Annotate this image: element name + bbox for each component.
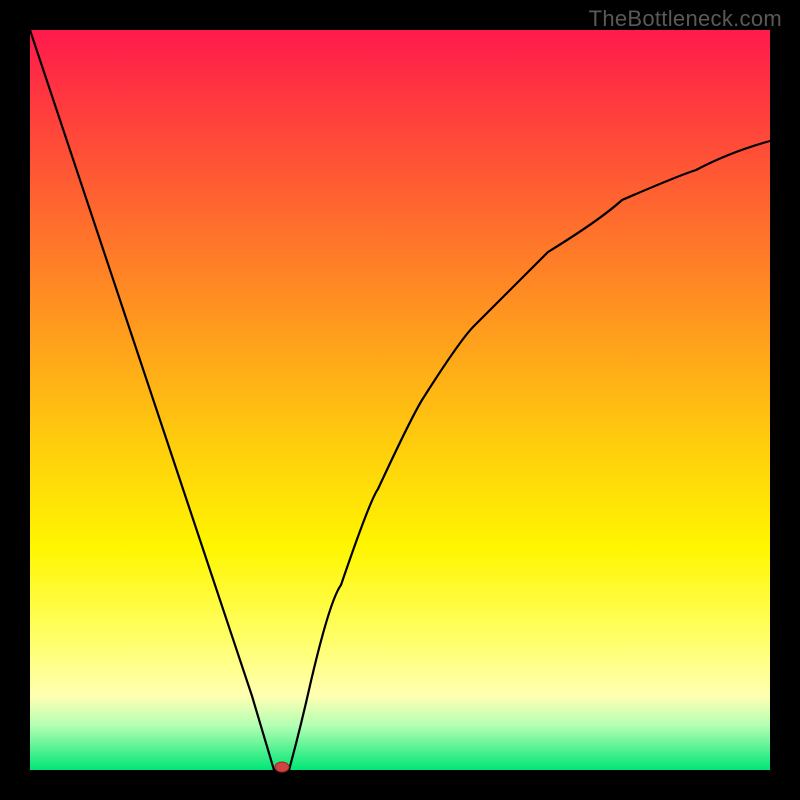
curve-left-branch [30,30,274,770]
plot-area [30,30,770,770]
minimum-marker [275,762,289,772]
watermark-text: TheBottleneck.com [589,6,782,32]
curve-right-branch [289,141,770,770]
curve-svg [30,30,770,770]
chart-frame: TheBottleneck.com [0,0,800,800]
